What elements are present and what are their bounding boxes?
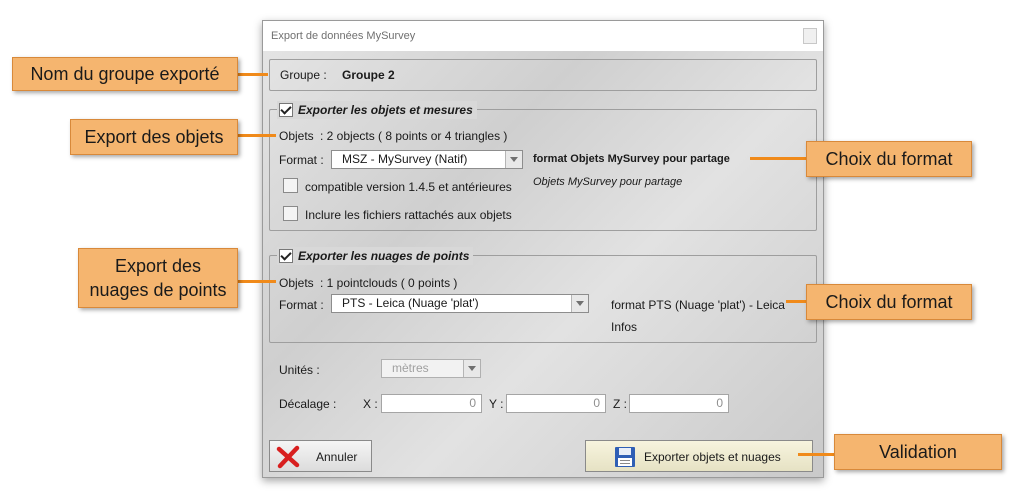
callout-choose-format-2-text: Choix du format [825, 292, 953, 312]
connector-format-1 [750, 157, 808, 160]
group-row: Groupe : Groupe 2 [269, 59, 817, 91]
compat-label: compatible version 1.4.5 et antérieures [305, 180, 512, 194]
connector-group [236, 73, 268, 76]
attached-files-label: Inclure les fichiers rattachés aux objet… [305, 208, 512, 222]
clouds-format-value: PTS - Leica (Nuage 'plat') [342, 296, 479, 310]
clouds-export-toggle[interactable]: Exporter les nuages de points [277, 247, 474, 265]
objects-count: : 2 objects ( 8 points or 4 triangles ) [320, 129, 508, 143]
offset-x-input[interactable]: 0 [381, 394, 482, 413]
callout-export-clouds-line1: Export des [114, 256, 202, 276]
offset-y-label: Y : [489, 397, 504, 411]
clouds-export-checkbox[interactable] [279, 249, 293, 263]
save-disk-icon [615, 447, 635, 467]
objects-format-value: MSZ - MySurvey (Natif) [342, 152, 468, 166]
objects-export-label: Exporter les objets et mesures [298, 103, 473, 117]
connector-clouds [238, 280, 276, 283]
cancel-x-icon [276, 445, 300, 469]
chevron-down-icon [505, 151, 522, 168]
title-bar: Export de données MySurvey [263, 21, 823, 51]
objects-format-description: Objets MySurvey pour partage [533, 176, 683, 188]
export-dialog: Export de données MySurvey Groupe : Grou… [262, 20, 824, 478]
clouds-format-select[interactable]: PTS - Leica (Nuage 'plat') [331, 294, 589, 313]
window-title: Export de données MySurvey [271, 30, 416, 42]
callout-group-name-text: Nom du groupe exporté [30, 64, 220, 84]
callout-choose-format-1-text: Choix du format [825, 149, 953, 169]
callout-validation: Validation [834, 434, 1002, 470]
callout-choose-format-1: Choix du format [806, 141, 972, 177]
objects-format-select[interactable]: MSZ - MySurvey (Natif) [331, 150, 523, 169]
clouds-format-title: format PTS (Nuage 'plat') - Leica [611, 298, 785, 312]
attached-files-checkbox[interactable] [283, 206, 298, 221]
compat-checkbox[interactable] [283, 178, 298, 193]
connector-objects [236, 134, 276, 137]
group-value: Groupe 2 [342, 68, 395, 82]
clouds-format-label: Format : [279, 298, 324, 312]
callout-group-name: Nom du groupe exporté [12, 57, 238, 91]
connector-validation [798, 453, 836, 456]
cancel-button-label: Annuler [316, 450, 358, 464]
callout-export-objects-text: Export des objets [84, 127, 224, 147]
close-button[interactable] [803, 28, 817, 44]
units-select[interactable]: mètres [381, 359, 481, 378]
callout-choose-format-2: Choix du format [806, 284, 972, 320]
export-button-label: Exporter objets et nuages [644, 450, 781, 464]
callout-validation-text: Validation [879, 442, 957, 462]
objects-export-toggle[interactable]: Exporter les objets et mesures [277, 101, 477, 119]
cancel-button[interactable]: Annuler [269, 440, 372, 472]
chevron-down-icon [463, 360, 480, 377]
chevron-down-icon [571, 295, 588, 312]
units-label: Unités : [279, 363, 320, 377]
offset-x-label: X : [363, 397, 378, 411]
offset-z-input[interactable]: 0 [629, 394, 729, 413]
clouds-objects-label: Objets [279, 276, 314, 290]
objects-format-label: Format : [279, 153, 324, 167]
export-button[interactable]: Exporter objets et nuages [585, 440, 813, 472]
callout-export-clouds-line2: nuages de points [89, 280, 227, 300]
callout-export-clouds: Export des nuages de points [78, 248, 238, 308]
clouds-export-label: Exporter les nuages de points [298, 249, 470, 263]
clouds-format-description: Infos [611, 320, 638, 334]
units-value: mètres [392, 361, 429, 375]
connector-format-2 [786, 300, 808, 303]
clouds-count: : 1 pointclouds ( 0 points ) [320, 276, 458, 290]
offset-y-input[interactable]: 0 [506, 394, 606, 413]
objects-label: Objets [279, 129, 314, 143]
callout-export-objects: Export des objets [70, 119, 238, 155]
offset-label: Décalage : [279, 397, 337, 411]
objects-export-checkbox[interactable] [279, 103, 293, 117]
objects-format-title: format Objets MySurvey pour partage [533, 153, 730, 165]
group-label: Groupe : [280, 68, 327, 82]
offset-z-label: Z : [613, 397, 627, 411]
